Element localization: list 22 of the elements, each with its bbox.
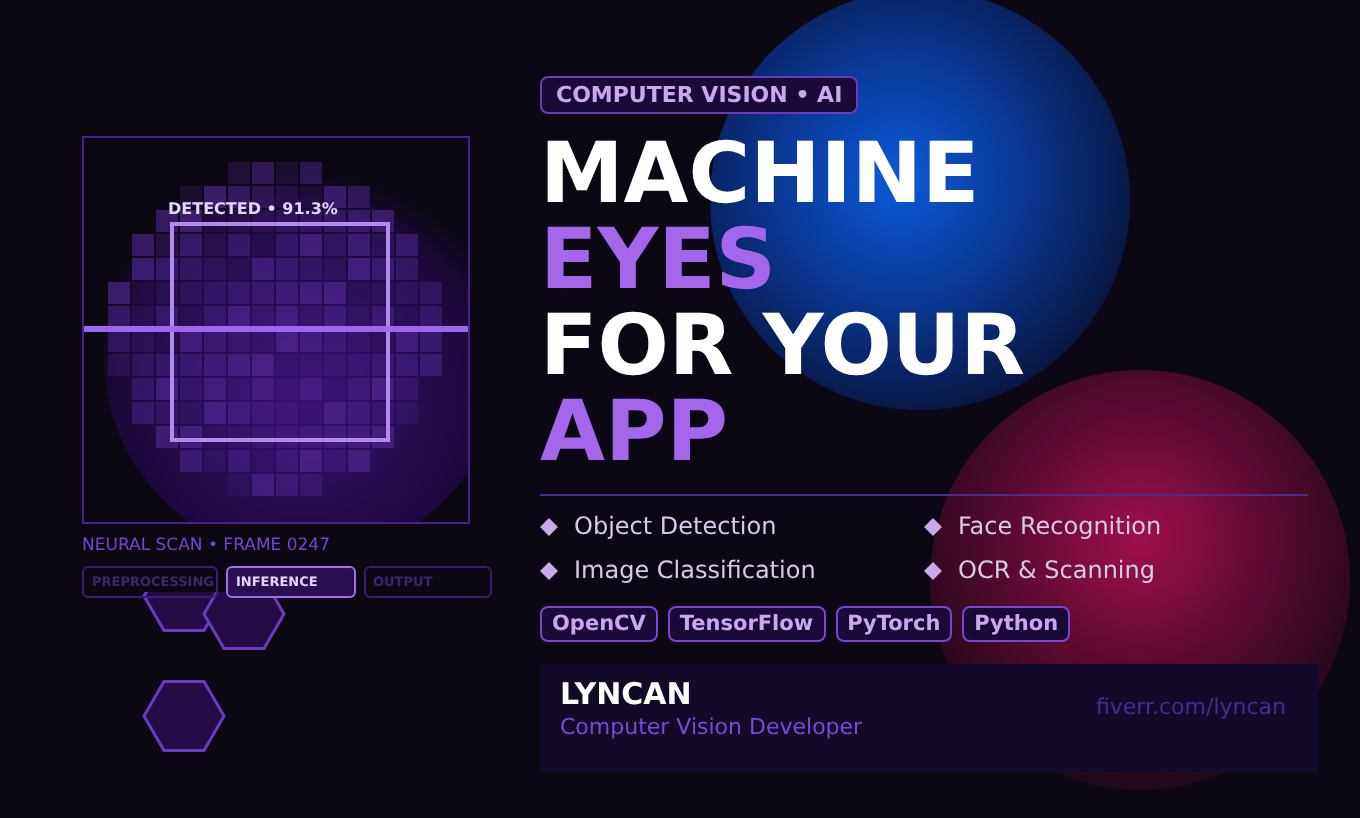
headline-line: APP bbox=[540, 388, 731, 474]
feature-label: Image Classification bbox=[574, 556, 816, 584]
detection-label: DETECTED • 91.3% bbox=[168, 200, 338, 218]
scan-caption: NEURAL SCAN • FRAME 0247 bbox=[82, 536, 332, 556]
tech-tag: PyTorch bbox=[835, 606, 953, 642]
developer-name: LYNCAN bbox=[560, 676, 694, 712]
profile-link[interactable]: fiverr.com/lyncan bbox=[1095, 694, 1286, 720]
headline-line: MACHINE bbox=[540, 130, 982, 216]
category-badge: COMPUTER VISION • AI bbox=[540, 76, 859, 114]
diamond-icon bbox=[540, 561, 558, 579]
diamond-icon bbox=[924, 517, 942, 535]
feature-label: Face Recognition bbox=[958, 512, 1162, 540]
feature-label: Object Detection bbox=[574, 512, 777, 540]
diamond-icon bbox=[540, 517, 558, 535]
feature-label: OCR & Scanning bbox=[958, 556, 1155, 584]
headline-line: FOR YOUR bbox=[540, 302, 1027, 388]
tech-tag: Python bbox=[962, 606, 1071, 642]
diamond-icon bbox=[924, 561, 942, 579]
developer-role: Computer Vision Developer bbox=[560, 714, 863, 740]
headline-line: EYES bbox=[540, 216, 779, 302]
tech-tag: TensorFlow bbox=[667, 606, 826, 642]
tech-tag: OpenCV bbox=[540, 606, 658, 642]
